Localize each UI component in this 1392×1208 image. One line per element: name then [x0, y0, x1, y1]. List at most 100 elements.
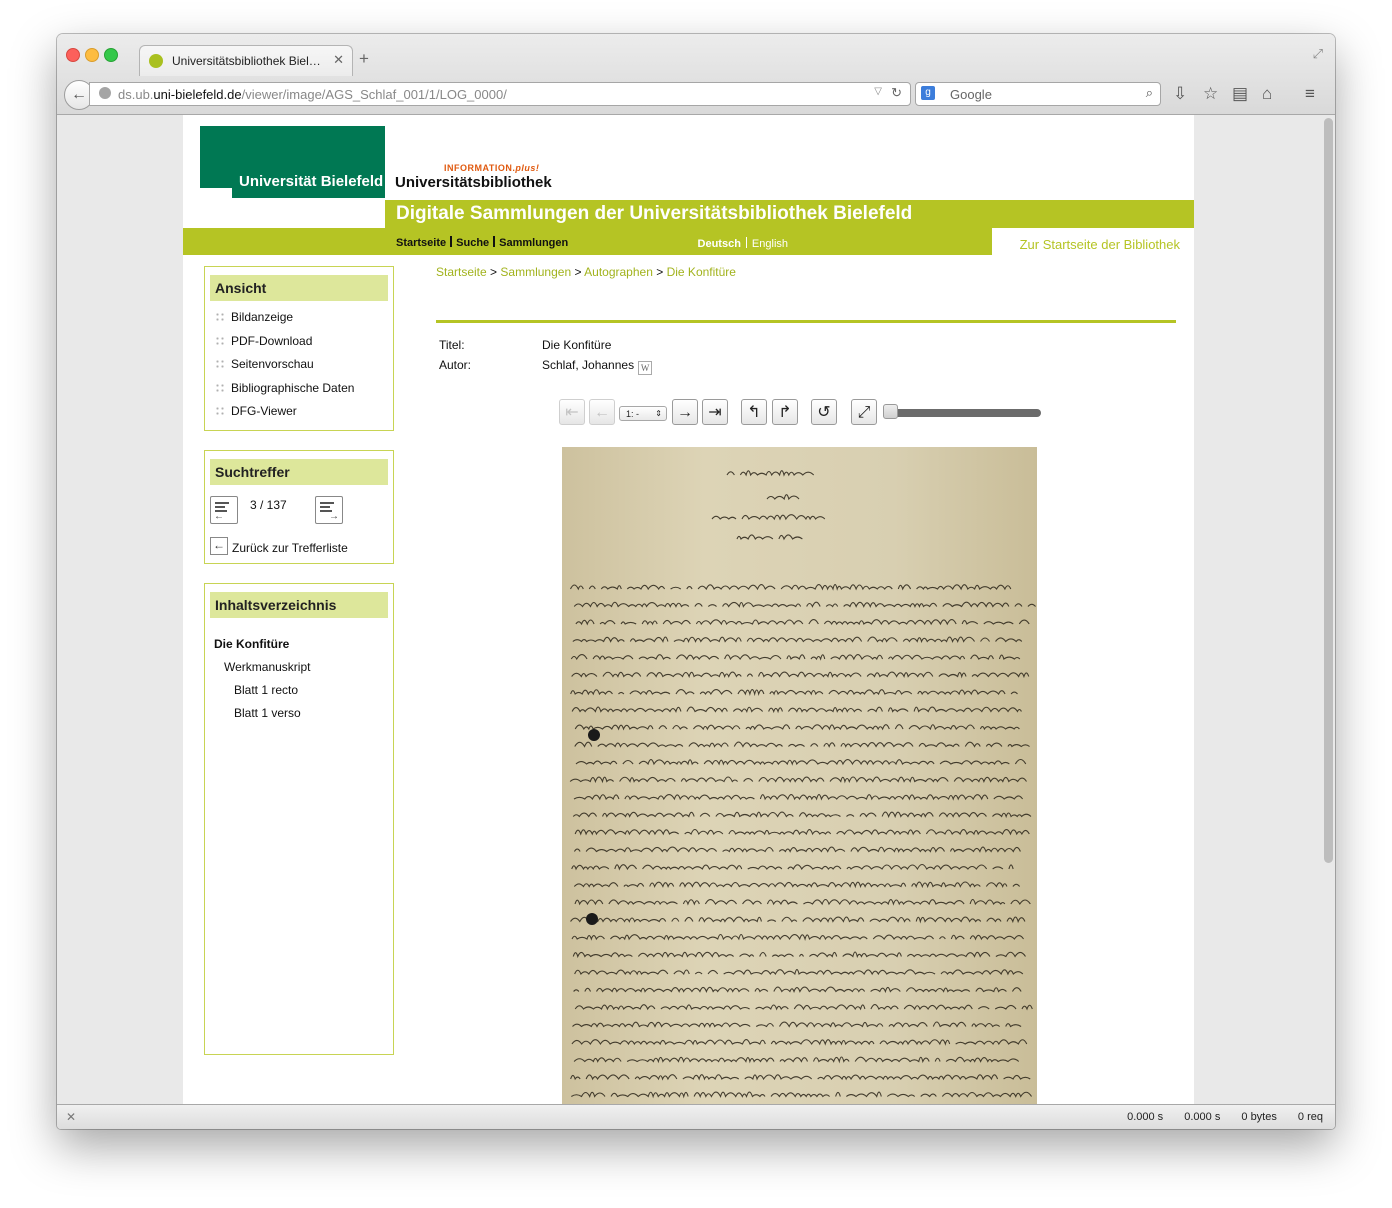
university-logo[interactable]: Universität Bielefeld: [200, 126, 385, 198]
close-window-button[interactable]: [66, 48, 80, 62]
last-page-button[interactable]: ⇥: [702, 399, 728, 425]
author-label: Autor:: [439, 358, 472, 372]
divider: [436, 320, 1176, 323]
search-bar[interactable]: g Google ⌕: [915, 82, 1161, 106]
toc-item-work[interactable]: Die Konfitüre: [214, 637, 289, 651]
menu-icon[interactable]: ≡: [1305, 84, 1315, 104]
lang-deutsch[interactable]: Deutsch: [698, 238, 741, 250]
history-dropdown-icon[interactable]: ▽: [874, 86, 882, 97]
back-to-results-link[interactable]: Zurück zur Trefferliste: [232, 541, 348, 555]
title-value: Die Konfitüre: [542, 338, 612, 352]
browser-window: Universitätsbibliothek Biel… ✕ + ⤢ ← ds.…: [57, 34, 1335, 1129]
banner: Digitale Sammlungen der Universitätsbibl…: [385, 200, 1194, 228]
breadcrumb-autographen[interactable]: Autographen: [584, 265, 653, 279]
drag-dots-icon: [215, 406, 225, 416]
menu-bildanzeige[interactable]: Bildanzeige: [215, 310, 293, 324]
first-page-button[interactable]: ⇤: [559, 399, 585, 425]
toc-item-recto[interactable]: Blatt 1 recto: [234, 683, 298, 697]
library-home-link[interactable]: Zur Startseite der Bibliothek: [1020, 237, 1180, 252]
status-requests: 0 req: [1297, 1111, 1323, 1123]
bookmarks-list-icon[interactable]: ▤: [1232, 84, 1248, 104]
punch-hole: [588, 729, 600, 741]
arrow-left-icon: ←: [594, 404, 610, 421]
arrow-left-icon: ←: [71, 86, 87, 103]
previous-page-button[interactable]: ←: [589, 399, 615, 425]
drag-dots-icon: [215, 383, 225, 393]
drag-dots-icon: [215, 336, 225, 346]
breadcrumb-startseite[interactable]: Startseite: [436, 265, 487, 279]
menu-seitenvorschau[interactable]: Seitenvorschau: [215, 357, 314, 371]
browser-tab[interactable]: Universitätsbibliothek Biel… ✕: [139, 45, 353, 76]
view-panel: Ansicht Bildanzeige PDF-Download Seitenv…: [204, 266, 394, 431]
tab-title: Universitätsbibliothek Biel…: [172, 54, 321, 68]
page-select[interactable]: 1: - ⇕: [619, 406, 667, 421]
toc-item-manuscript[interactable]: Werkmanuskript: [224, 660, 310, 674]
search-hits-title: Suchtreffer: [210, 459, 388, 485]
globe-icon: [99, 87, 111, 99]
library-name: Universitätsbibliothek: [395, 174, 552, 191]
menu-bibliographische-daten[interactable]: Bibliographische Daten: [215, 381, 354, 395]
expand-icon: ⤢: [857, 404, 871, 421]
view-panel-title: Ansicht: [210, 275, 388, 301]
status-bytes: 0 bytes: [1241, 1111, 1277, 1123]
toc-panel: Inhaltsverzeichnis Die Konfitüre Werkman…: [204, 583, 394, 1055]
drag-dots-icon: [215, 312, 225, 322]
new-tab-icon[interactable]: +: [359, 49, 369, 69]
vertical-scrollbar[interactable]: [1324, 118, 1333, 863]
search-placeholder: Google: [950, 87, 992, 102]
reload-icon[interactable]: ↻: [891, 85, 902, 101]
language-switch: Deutsch English: [698, 237, 788, 250]
previous-hit-button[interactable]: ←: [210, 496, 238, 524]
google-icon[interactable]: g: [921, 86, 935, 100]
magnifier-icon[interactable]: ⌕: [1146, 85, 1153, 101]
back-arrow-icon[interactable]: ←: [210, 537, 228, 555]
url-text: ds.ub.uni-bielefeld.de/viewer/image/AGS_…: [118, 87, 507, 102]
url-bar[interactable]: ds.ub.uni-bielefeld.de/viewer/image/AGS_…: [89, 82, 911, 106]
zoom-window-button[interactable]: [104, 48, 118, 62]
arrow-left-icon: ←: [214, 511, 224, 522]
close-statusbar-icon[interactable]: ✕: [66, 1110, 76, 1124]
bookmark-star-icon[interactable]: ☆: [1203, 84, 1218, 104]
logo-text: Universität Bielefeld: [239, 173, 384, 190]
toc-item-verso[interactable]: Blatt 1 verso: [234, 706, 301, 720]
author-value: Schlaf, Johannes W: [542, 358, 653, 375]
nav-suche[interactable]: Suche: [456, 237, 489, 249]
rotate-left-icon: ↰: [747, 404, 761, 421]
rotate-left-button[interactable]: ↰: [741, 399, 767, 425]
menu-dfg-viewer[interactable]: DFG-Viewer: [215, 404, 297, 418]
home-icon[interactable]: ⌂: [1262, 84, 1272, 104]
zoom-slider[interactable]: [885, 409, 1041, 417]
nav-startseite[interactable]: Startseite: [396, 237, 446, 249]
breadcrumb-die-konfituere[interactable]: Die Konfitüre: [667, 265, 736, 279]
next-page-button[interactable]: →: [672, 399, 698, 425]
menu-pdf-download[interactable]: PDF-Download: [215, 334, 312, 348]
lang-english[interactable]: English: [752, 238, 788, 250]
main-nav: Startseite Suche Sammlungen Deutsch English: [183, 228, 992, 255]
close-tab-icon[interactable]: ✕: [333, 52, 344, 68]
page-viewport: Universität Bielefeld INFORMATION.plus! …: [57, 115, 1335, 1104]
rotate-right-button[interactable]: ↱: [772, 399, 798, 425]
wikipedia-icon[interactable]: W: [638, 361, 653, 375]
next-hit-button[interactable]: →: [315, 496, 343, 524]
rotate-right-icon: ↱: [778, 404, 792, 421]
reset-icon: ↺: [817, 404, 831, 421]
toc-title: Inhaltsverzeichnis: [210, 592, 388, 618]
fullscreen-viewer-button[interactable]: ⤢: [851, 399, 877, 425]
arrow-right-icon: →: [329, 511, 339, 522]
zoom-slider-handle[interactable]: [883, 404, 898, 419]
information-plus-label: INFORMATION.plus!: [444, 163, 540, 173]
arrow-right-icon: →: [677, 404, 693, 421]
manuscript-image[interactable]: [562, 447, 1037, 1104]
nav-sammlungen[interactable]: Sammlungen: [499, 237, 568, 249]
minimize-window-button[interactable]: [85, 48, 99, 62]
fullscreen-icon[interactable]: ⤢: [1313, 46, 1323, 62]
title-label: Titel:: [439, 338, 465, 352]
hit-count: 3 / 137: [250, 498, 287, 512]
reset-button[interactable]: ↺: [811, 399, 837, 425]
drag-dots-icon: [215, 359, 225, 369]
download-icon[interactable]: ⇩: [1173, 84, 1187, 104]
breadcrumb-sammlungen[interactable]: Sammlungen: [500, 265, 571, 279]
banner-title: Digitale Sammlungen der Universitätsbibl…: [396, 203, 913, 224]
status-values: 0.000 s 0.000 s 0 bytes 0 req: [1109, 1111, 1323, 1123]
status-time-2: 0.000 s: [1184, 1111, 1221, 1123]
